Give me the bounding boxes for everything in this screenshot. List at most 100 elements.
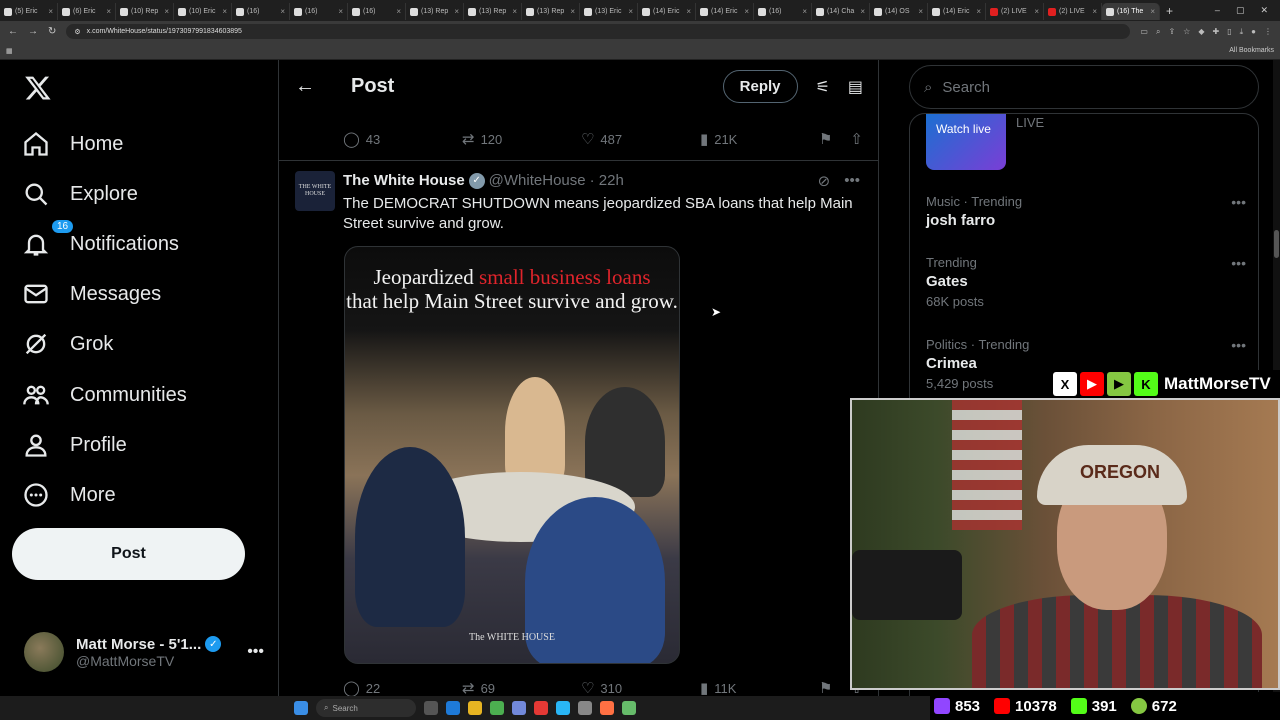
browser-tab[interactable]: (6) Eric ×: [58, 3, 116, 20]
maximize-icon[interactable]: ▢: [1236, 5, 1245, 16]
cast-icon[interactable]: ▭: [1140, 27, 1148, 37]
nav-communities[interactable]: Communities: [22, 375, 187, 415]
more-icon[interactable]: •••: [1231, 255, 1246, 271]
nav-more[interactable]: More: [22, 475, 116, 515]
browser-tab[interactable]: (14) Eric ×: [638, 3, 696, 20]
close-tab-icon[interactable]: ×: [1092, 7, 1097, 16]
close-tab-icon[interactable]: ×: [976, 7, 981, 16]
browser-tab[interactable]: (13) Eric ×: [580, 3, 638, 20]
taskbar-search[interactable]: ⌕ Search: [316, 699, 416, 717]
like-action[interactable]: ♡ 310: [581, 679, 700, 696]
discord-icon[interactable]: [512, 701, 526, 715]
reply-action[interactable]: ◯ 43: [343, 130, 462, 148]
extension-icon[interactable]: ◆: [1198, 27, 1204, 37]
puzzle-icon[interactable]: ✚: [1213, 27, 1220, 37]
app-icon[interactable]: [556, 701, 570, 715]
download-icon[interactable]: ⤓: [1240, 27, 1244, 37]
close-tab-icon[interactable]: ×: [744, 7, 749, 16]
star-icon[interactable]: ☆: [1183, 27, 1190, 37]
close-tab-icon[interactable]: ×: [106, 7, 111, 16]
like-action[interactable]: ♡ 487: [581, 130, 700, 148]
x-logo-icon[interactable]: [24, 74, 52, 102]
views-action[interactable]: ▮ 11K: [700, 679, 819, 696]
taskview-icon[interactable]: [424, 701, 438, 715]
tweet-author-name[interactable]: The White House: [343, 172, 465, 189]
close-tab-icon[interactable]: ×: [222, 7, 227, 16]
close-tab-icon[interactable]: ×: [512, 7, 517, 16]
browser-tab[interactable]: (10) Eric ×: [174, 3, 232, 20]
close-tab-icon[interactable]: ×: [280, 7, 285, 16]
more-icon[interactable]: •••: [1231, 337, 1246, 353]
browser-tab[interactable]: (16) ×: [348, 3, 406, 20]
nav-home[interactable]: Home: [22, 124, 123, 164]
live-event-thumbnail[interactable]: Watch live: [926, 114, 1006, 170]
browser-tab[interactable]: (14) Cha ×: [812, 3, 870, 20]
scrollbar-thumb[interactable]: [1274, 230, 1279, 258]
tweet-timestamp[interactable]: · 22h: [590, 172, 624, 189]
sidepanel-icon[interactable]: ▯: [1227, 27, 1231, 37]
close-tab-icon[interactable]: ×: [1034, 7, 1039, 16]
nav-messages[interactable]: Messages: [22, 274, 161, 314]
app-icon[interactable]: [578, 701, 592, 715]
browser-tab[interactable]: (14) Eric ×: [696, 3, 754, 20]
close-tab-icon[interactable]: ×: [918, 7, 923, 16]
minimize-icon[interactable]: –: [1215, 5, 1220, 16]
browser-tab[interactable]: (13) Rep ×: [464, 3, 522, 20]
browser-tab[interactable]: (16) The ×: [1102, 3, 1160, 20]
browser-tab[interactable]: (16) ×: [754, 3, 812, 20]
filter-icon[interactable]: ⚟: [816, 77, 830, 97]
browser-tab[interactable]: (13) Rep ×: [522, 3, 580, 20]
account-menu-icon[interactable]: •••: [247, 643, 264, 661]
app-icon[interactable]: [622, 701, 636, 715]
new-tab-icon[interactable]: +: [1160, 4, 1179, 18]
start-icon[interactable]: [294, 701, 308, 715]
close-tab-icon[interactable]: ×: [802, 7, 807, 16]
more-icon[interactable]: •••: [1231, 194, 1246, 210]
app-icon[interactable]: [534, 701, 548, 715]
close-tab-icon[interactable]: ×: [628, 7, 633, 16]
close-tab-icon[interactable]: ×: [164, 7, 169, 16]
zoom-icon[interactable]: ⌕: [1156, 27, 1160, 37]
bookmark-icon[interactable]: ⚑: [819, 130, 832, 148]
close-tab-icon[interactable]: ×: [396, 7, 401, 16]
browser-tab[interactable]: (2) LIVE ×: [986, 3, 1044, 20]
search-input[interactable]: ⌕ Search: [909, 65, 1259, 109]
back-arrow-icon[interactable]: ←: [8, 26, 18, 37]
nav-profile[interactable]: Profile: [22, 425, 127, 465]
repost-action[interactable]: ⇄ 69: [462, 679, 581, 696]
browser-tab[interactable]: (10) Rep ×: [116, 3, 174, 20]
browser-tab[interactable]: (16) ×: [232, 3, 290, 20]
close-tab-icon[interactable]: ×: [860, 7, 865, 16]
close-window-icon[interactable]: ✕: [1260, 5, 1268, 16]
trend-item[interactable]: Music · Trending josh farro •••: [926, 194, 1246, 229]
nav-grok[interactable]: Grok: [22, 324, 113, 364]
back-icon[interactable]: ←: [295, 75, 351, 98]
app-icon[interactable]: [600, 701, 614, 715]
profile-icon[interactable]: ●: [1251, 27, 1256, 37]
browser-tab[interactable]: (14) OS ×: [870, 3, 928, 20]
trend-item[interactable]: Trending Gates 68K posts •••: [926, 255, 1246, 309]
close-tab-icon[interactable]: ×: [570, 7, 575, 16]
browser-tab[interactable]: (13) Rep ×: [406, 3, 464, 20]
tweet-author-handle[interactable]: @WhiteHouse: [489, 172, 586, 189]
close-tab-icon[interactable]: ×: [686, 7, 691, 16]
more-icon[interactable]: •••: [844, 172, 860, 190]
tweet-image[interactable]: Jeopardized small business loans that he…: [344, 246, 680, 664]
forward-arrow-icon[interactable]: →: [28, 26, 38, 37]
close-tab-icon[interactable]: ×: [1150, 7, 1155, 16]
views-action[interactable]: ▮ 21K: [700, 130, 819, 148]
reply-action[interactable]: ◯ 22: [343, 679, 462, 696]
repost-action[interactable]: ⇄ 120: [462, 130, 581, 148]
browser-tab[interactable]: (14) Eric ×: [928, 3, 986, 20]
menu-icon[interactable]: ⋮: [1264, 27, 1272, 37]
bookmark-icon[interactable]: ⚑: [819, 679, 832, 696]
share-icon[interactable]: ⇧: [850, 130, 863, 148]
url-field[interactable]: ⚙ x.com/WhiteHouse/status/19730979918346…: [66, 24, 1131, 39]
grok-icon[interactable]: ⊘: [818, 172, 831, 190]
tweet-avatar[interactable]: THE WHITE HOUSE: [295, 171, 335, 211]
browser-tab[interactable]: (2) LIVE ×: [1044, 3, 1102, 20]
nav-explore[interactable]: Explore: [22, 174, 138, 214]
account-switcher[interactable]: Matt Morse - 5'1... ✓ @MattMorseTV •••: [24, 630, 264, 674]
folder-icon[interactable]: [468, 701, 482, 715]
all-bookmarks[interactable]: All Bookmarks: [1229, 47, 1274, 54]
